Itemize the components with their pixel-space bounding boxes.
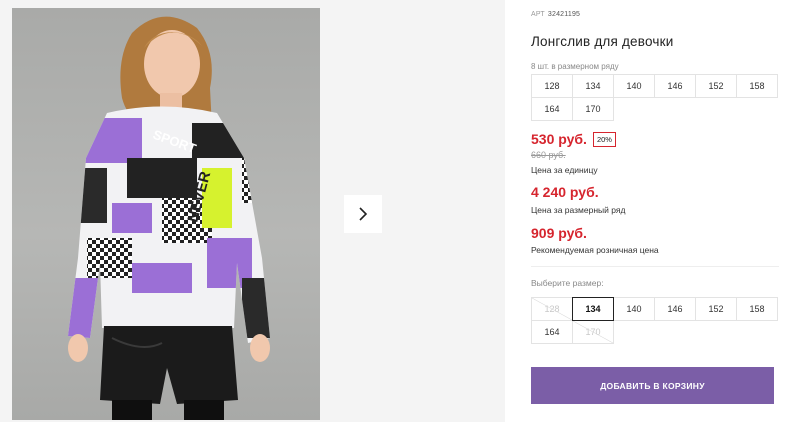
size-option-158[interactable]: 158 <box>736 297 778 321</box>
size-option-152[interactable]: 152 <box>695 297 737 321</box>
article-value: 32421195 <box>547 11 581 18</box>
pack-note: 8 шт. в размерном ряду <box>531 62 619 71</box>
retail-price-label: Рекомендуемая розничная цена <box>531 245 659 255</box>
pack-size-cell: 158 <box>736 74 778 98</box>
pack-size-cell: 146 <box>654 74 696 98</box>
divider <box>531 266 779 267</box>
pack-size-cell: 128 <box>531 74 573 98</box>
article-label: АРТ <box>531 11 545 18</box>
girl-in-longsleeve-illustration: NEVER SPORT <box>68 16 270 420</box>
pack-size-grid: 128 134 140 146 152 158 164 170 <box>531 74 779 121</box>
unit-price-label: Цена за единицу <box>531 165 598 175</box>
add-to-cart-button[interactable]: ДОБАВИТЬ В КОРЗИНУ <box>531 367 774 404</box>
pack-size-cell: 164 <box>531 97 573 121</box>
article-number: АРТ 32421195 <box>531 11 580 18</box>
retail-price: 909 руб. <box>531 225 587 241</box>
pack-size-cell: 170 <box>572 97 614 121</box>
size-option-140[interactable]: 140 <box>613 297 655 321</box>
product-gallery: NEVER SPORT <box>0 0 505 422</box>
price-row: 530 руб. 20% <box>531 131 616 147</box>
pack-size-cell: 134 <box>572 74 614 98</box>
pack-size-cell: 152 <box>695 74 737 98</box>
size-selector: 128 134 140 146 152 158 164 170 <box>531 297 779 344</box>
size-option-134[interactable]: 134 <box>572 297 614 321</box>
gallery-next-button[interactable] <box>344 195 382 233</box>
size-option-170: 170 <box>572 320 614 344</box>
discount-badge: 20% <box>592 131 616 147</box>
old-price: 660 руб. <box>531 150 566 160</box>
chevron-right-icon <box>359 207 368 221</box>
size-option-146[interactable]: 146 <box>654 297 696 321</box>
size-option-164[interactable]: 164 <box>531 320 573 344</box>
unit-price: 530 руб. <box>531 131 587 147</box>
size-option-128: 128 <box>531 297 573 321</box>
choose-size-label: Выберите размер: <box>531 278 604 288</box>
set-price: 4 240 руб. <box>531 184 599 200</box>
product-photo: NEVER SPORT <box>12 8 320 420</box>
pack-size-cell: 140 <box>613 74 655 98</box>
product-title: Лонгслив для девочки <box>531 34 674 49</box>
set-price-label: Цена за размерный ряд <box>531 205 626 215</box>
